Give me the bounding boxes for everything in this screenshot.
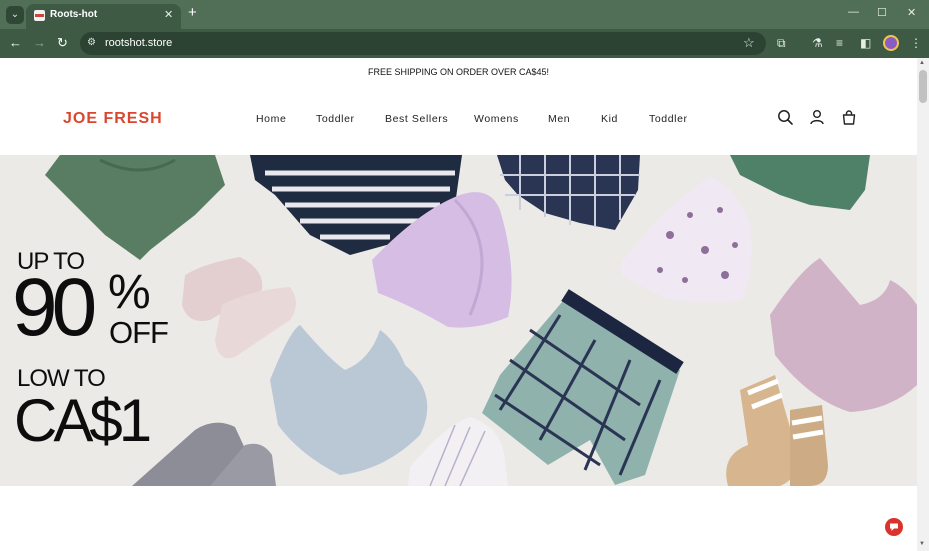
site-header: JOE FRESH Home Toddler Best Sellers Wome… [0,86,917,156]
side-panel-icon[interactable]: ◧ [860,36,871,50]
tab-title: Roots-hot [50,9,98,20]
browser-toolbar: ← → ↻ ⚙ rootshot.store ☆ ⧉ ⚗ ≡ ◧ ⋮ [0,29,929,58]
star-icon[interactable]: ☆ [743,35,755,51]
shopping-bag-icon[interactable] [840,108,858,126]
hero-banner[interactable]: UP TO 90 % OFF LOW TO CA$1 [0,155,917,486]
profile-avatar[interactable] [883,35,899,51]
favicon-icon [34,10,45,21]
minimize-icon[interactable]: — [848,6,859,18]
page-scrollbar[interactable]: ▲ ▼ [917,58,929,551]
reload-icon[interactable]: ↻ [57,35,68,51]
hero-percent-value: 90 [12,262,97,353]
maximize-icon[interactable]: ☐ [877,6,887,19]
scroll-thumb[interactable] [919,70,927,103]
hero-price: CA$1 [14,387,152,454]
window-close-icon[interactable]: ✕ [907,6,916,19]
chat-widget-button[interactable] [885,518,903,536]
url-text[interactable]: rootshot.store [105,37,172,49]
chevron-down-icon[interactable]: ⌄ [6,6,24,24]
arrow-right-icon[interactable]: → [33,35,46,50]
scroll-up-icon[interactable]: ▲ [919,60,925,66]
playlist-icon[interactable]: ≡ [836,36,843,50]
floral-panty-art [620,177,752,303]
announcement-bar: FREE SHIPPING ON ORDER OVER CA$45! [367,67,550,77]
nav-best-sellers[interactable]: Best Sellers [385,113,448,125]
tune-icon[interactable]: ⚙ [87,37,96,48]
search-icon[interactable] [776,108,794,126]
site-logo[interactable]: JOE FRESH [63,110,163,128]
hero-percent-sign: % [108,266,151,319]
puzzle-icon[interactable]: ⧉ [777,36,786,51]
pink-socks-art [182,257,296,359]
user-icon[interactable] [808,108,826,126]
flask-icon[interactable]: ⚗ [812,36,823,50]
nav-toddler-2[interactable]: Toddler [649,113,688,125]
web-page: FREE SHIPPING ON ORDER OVER CA$45! JOE F… [0,58,917,551]
browser-tab-bar: ⌄ Roots-hot ✕ + — ☐ ✕ [0,0,929,29]
nav-womens[interactable]: Womens [474,113,519,125]
nav-toddler[interactable]: Toddler [316,113,355,125]
nav-men[interactable]: Men [548,113,570,125]
close-icon[interactable]: ✕ [164,8,173,21]
plaid-boxer-navy-art [497,155,640,230]
hero-off: OFF [109,315,169,350]
chat-icon [890,523,898,531]
nav-kid[interactable]: Kid [601,113,618,125]
nav-home[interactable]: Home [256,113,286,125]
plus-icon[interactable]: + [188,5,197,21]
arrow-left-icon[interactable]: ← [9,35,22,50]
plaid-boxer-teal-art [482,289,684,485]
scroll-down-icon[interactable]: ▼ [919,541,925,547]
browser-tab[interactable]: Roots-hot ✕ [26,4,181,29]
kebab-menu-icon[interactable]: ⋮ [910,36,922,50]
address-bar[interactable]: ⚙ rootshot.store ☆ [80,32,766,55]
